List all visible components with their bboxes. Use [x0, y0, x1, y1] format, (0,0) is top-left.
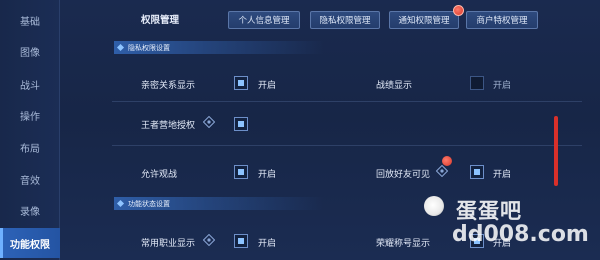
spectate-checkbox[interactable]	[234, 165, 248, 179]
watermark-brand: 蛋蛋吧	[456, 199, 522, 223]
tab-label: 通知权限管理	[398, 16, 450, 26]
sidebar-item-controls[interactable]: 操作	[0, 102, 60, 128]
intimacy-checkbox[interactable]	[234, 76, 248, 90]
sidebar: 基础 图像 战斗 操作 布局 音效 录像 功能权限	[0, 0, 60, 260]
tab-notifications[interactable]: 通知权限管理	[389, 5, 464, 29]
sidebar-item-graphics[interactable]: 图像	[0, 38, 60, 64]
job-display-label: 常用职业显示	[141, 239, 196, 249]
battle-record-checkbox[interactable]	[470, 76, 484, 90]
section-header-privacy: 隐私权限设置	[114, 41, 324, 54]
sidebar-item-basic[interactable]: 基础	[0, 7, 60, 33]
tab-personal-info[interactable]: 个人信息管理	[228, 11, 300, 29]
honor-title-label: 荣耀称号显示	[376, 239, 431, 249]
page-title: 权限管理	[141, 15, 180, 26]
spectate-label: 允许观战	[141, 170, 178, 180]
notification-dot-icon	[453, 5, 464, 16]
tab-privacy[interactable]: 隐私权限管理	[310, 11, 380, 29]
intimacy-label: 亲密关系显示	[141, 81, 196, 91]
tab-label: 隐私权限管理	[319, 16, 371, 26]
info-icon[interactable]	[203, 116, 215, 128]
battle-record-label: 战绩显示	[376, 81, 413, 91]
tab-label: 个人信息管理	[238, 16, 290, 26]
battle-record-state: 开启	[493, 81, 512, 91]
job-display-checkbox[interactable]	[234, 234, 248, 248]
sidebar-item-combat[interactable]: 战斗	[0, 71, 60, 97]
tab-label: 商户特权管理	[476, 16, 528, 26]
spectate-state: 开启	[258, 170, 277, 180]
watermark-url: dd008.com	[452, 222, 589, 247]
divider	[112, 145, 582, 146]
new-badge-icon	[442, 156, 452, 166]
tab-merchant[interactable]: 商户特权管理	[466, 11, 538, 29]
annotation-arrow-icon	[554, 116, 558, 186]
sidebar-item-layout[interactable]: 布局	[0, 134, 60, 160]
section-title: 隐私权限设置	[128, 43, 170, 52]
sidebar-item-replay[interactable]: 录像	[0, 197, 60, 223]
replay-friends-label: 回放好友可见	[376, 170, 431, 180]
replay-friends-state: 开启	[493, 170, 512, 180]
watermark-logo-icon	[424, 196, 444, 216]
camp-auth-label: 王者营地授权	[141, 121, 196, 131]
settings-window: 基础 图像 战斗 操作 布局 音效 录像 功能权限 权限管理 个人信息管理 隐私…	[0, 0, 600, 260]
section-header-function: 功能状态设置	[114, 197, 324, 210]
sidebar-item-sound[interactable]: 音效	[0, 166, 60, 192]
section-title: 功能状态设置	[128, 199, 170, 208]
camp-auth-checkbox[interactable]	[234, 117, 248, 131]
divider	[112, 101, 582, 102]
replay-friends-checkbox[interactable]	[470, 165, 484, 179]
info-icon[interactable]	[436, 165, 448, 177]
info-icon[interactable]	[203, 234, 215, 246]
intimacy-state: 开启	[258, 81, 277, 91]
job-display-state: 开启	[258, 239, 277, 249]
sidebar-item-permissions[interactable]: 功能权限	[0, 228, 60, 258]
